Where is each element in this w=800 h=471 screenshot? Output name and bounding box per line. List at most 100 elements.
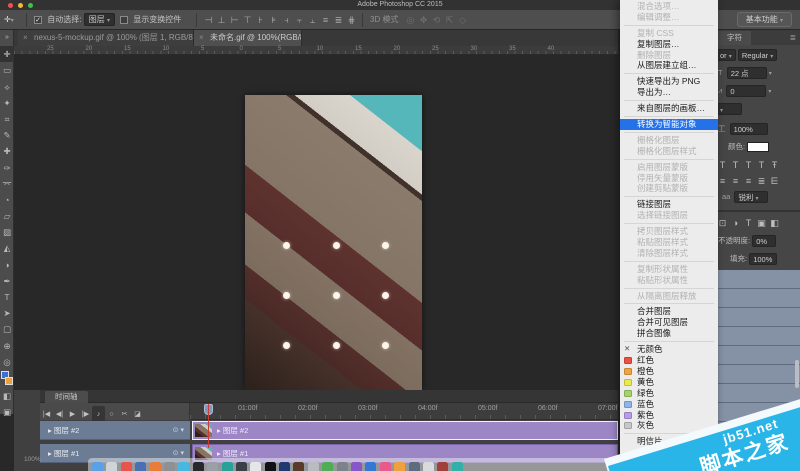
menu-item[interactable]: 快速导出为 PNG: [620, 76, 718, 87]
close-tab-icon[interactable]: ×: [199, 30, 204, 46]
dock-app-icon[interactable]: [193, 462, 204, 471]
stamp-tool-icon[interactable]: ⌤: [0, 176, 14, 192]
filter-smart-icon[interactable]: ◧: [768, 216, 781, 230]
dock-app-icon[interactable]: [265, 462, 276, 471]
align-top-icon[interactable]: ⊤: [241, 13, 254, 27]
track-options-icon[interactable]: ⊙ ▾: [173, 421, 184, 440]
color-swatches[interactable]: [0, 370, 14, 388]
layer-row-selected[interactable]: [716, 327, 800, 346]
menu-item[interactable]: 橙色: [620, 366, 718, 377]
layer-row-selected[interactable]: [716, 289, 800, 308]
dock-app-icon[interactable]: [337, 462, 348, 471]
dock-app-icon[interactable]: [222, 462, 233, 471]
dock-app-icon[interactable]: [250, 462, 261, 471]
menu-item[interactable]: 拼合图像: [620, 328, 718, 339]
crop-tool-icon[interactable]: ⌗: [0, 111, 14, 127]
fill-field[interactable]: 100%: [749, 253, 777, 265]
align-right-icon[interactable]: ⊢: [228, 13, 241, 27]
paragraph-align-button[interactable]: ≡: [729, 174, 742, 188]
type-style-button[interactable]: T: [729, 158, 742, 172]
character-panel-tab[interactable]: 字符: [718, 31, 751, 45]
menu-item[interactable]: 合并图层: [620, 306, 718, 317]
menu-item[interactable]: 来自图层的画板…: [620, 103, 718, 114]
eraser-tool-icon[interactable]: ▱: [0, 208, 14, 224]
dock-app-icon[interactable]: [178, 462, 189, 471]
layer-row-selected[interactable]: [716, 346, 800, 365]
dock-app-icon[interactable]: [135, 462, 146, 471]
filter-shape-icon[interactable]: ▣: [755, 216, 768, 230]
blur-tool-icon[interactable]: ◭: [0, 240, 14, 256]
dock-app-icon[interactable]: [293, 462, 304, 471]
menu-item[interactable]: 合并可见图层: [620, 317, 718, 328]
dodge-tool-icon[interactable]: ◑: [0, 257, 14, 273]
layer-row-selected[interactable]: [716, 365, 800, 384]
dist-top-icon[interactable]: ⫞: [280, 13, 293, 27]
move-tool-icon[interactable]: ✛: [0, 46, 14, 62]
wand-tool-icon[interactable]: ✦: [0, 95, 14, 111]
filter-type-icon[interactable]: T: [742, 216, 755, 230]
brush-tool-icon[interactable]: ✑: [0, 160, 14, 176]
video-clip[interactable]: ▸ 图层 #2: [192, 421, 618, 440]
filter-adjust-icon[interactable]: ◑: [729, 216, 742, 230]
screen-mode-icon[interactable]: ▣: [0, 404, 14, 420]
type-style-button[interactable]: T: [742, 158, 755, 172]
dock-app-icon[interactable]: [279, 462, 290, 471]
layers-scrollbar[interactable]: [795, 360, 799, 388]
dock-app-icon[interactable]: [322, 462, 333, 471]
dock-app-icon[interactable]: [164, 462, 175, 471]
tracking-field[interactable]: 0: [726, 85, 766, 97]
canvas-area[interactable]: [14, 55, 620, 390]
close-tab-icon[interactable]: ×: [23, 30, 28, 46]
menu-item[interactable]: 黄色: [620, 377, 718, 388]
document-image[interactable]: [245, 95, 422, 390]
dist-bottom-icon[interactable]: ⫠: [306, 13, 319, 27]
type-style-button[interactable]: Ŧ: [768, 158, 781, 172]
eyedropper-tool-icon[interactable]: ✎: [0, 127, 14, 143]
dock-app-icon[interactable]: [207, 462, 218, 471]
kerning-dropdown[interactable]: ▾: [716, 103, 742, 115]
dock-app-icon[interactable]: [236, 462, 247, 471]
dock-app-icon[interactable]: [409, 462, 420, 471]
menu-item[interactable]: 复制图层…: [620, 39, 718, 50]
auto-select-dropdown[interactable]: 图层 ▾: [84, 13, 115, 26]
dock-app-icon[interactable]: [365, 462, 376, 471]
dist-hcenter-icon[interactable]: ≣: [332, 13, 345, 27]
vertical-scale-field[interactable]: 100%: [730, 123, 768, 135]
dock-app-icon[interactable]: [351, 462, 362, 471]
dock-app-icon[interactable]: [121, 462, 132, 471]
dock-app-icon[interactable]: [437, 462, 448, 471]
align-hcenter-icon[interactable]: ⊥: [215, 13, 228, 27]
opacity-field[interactable]: 0%: [752, 235, 776, 247]
tab-nexus-mockup[interactable]: × nexus-5-mockup.gif @ 100% (图层 1, RGB/8…: [18, 30, 194, 46]
quickmask-icon[interactable]: ◧: [0, 388, 14, 404]
dist-left-icon[interactable]: ≡: [319, 13, 332, 27]
type-tool-icon[interactable]: T: [0, 289, 14, 305]
text-color-swatch[interactable]: [747, 142, 769, 152]
menu-item[interactable]: 从图层建立组…: [620, 60, 718, 71]
move-tool-badge[interactable]: ✛▾: [4, 13, 24, 27]
lasso-tool-icon[interactable]: ⟡: [0, 79, 14, 95]
auto-select-checkbox[interactable]: ✓: [34, 16, 42, 24]
dist-vcenter-icon[interactable]: ⫟: [293, 13, 306, 27]
dock-app-icon[interactable]: [308, 462, 319, 471]
dock-app-icon[interactable]: [452, 462, 463, 471]
dock-app-icon[interactable]: [92, 462, 103, 471]
shape-tool-icon[interactable]: ▢: [0, 321, 14, 337]
panel-menu-icon[interactable]: ≣: [790, 33, 796, 42]
layer-row-selected[interactable]: [716, 308, 800, 327]
workspace-switcher-button[interactable]: 基本功能 ▾: [737, 12, 792, 27]
timeline-ruler[interactable]: 01:00f02:00f03:00f04:00f05:00f06:00f07:0…: [190, 403, 618, 420]
font-family-dropdown[interactable]: or ▾: [716, 49, 736, 61]
antialias-dropdown[interactable]: 锐利 ▾: [734, 191, 768, 203]
dock-app-icon[interactable]: [150, 462, 161, 471]
type-style-button[interactable]: T: [755, 158, 768, 172]
align-left-icon[interactable]: ⊣: [202, 13, 215, 27]
healing-tool-icon[interactable]: ✚: [0, 143, 14, 159]
paragraph-align-button[interactable]: ≡: [742, 174, 755, 188]
dock-app-icon[interactable]: [380, 462, 391, 471]
font-style-dropdown[interactable]: Regular ▾: [738, 49, 777, 61]
dist-right-icon[interactable]: ⋕: [345, 13, 358, 27]
track-row[interactable]: ▸ 图层 #2 ⊙ ▾: [40, 421, 190, 440]
timeline-tab[interactable]: 时间轴: [45, 391, 88, 403]
history-brush-tool-icon[interactable]: ◔: [0, 192, 14, 208]
